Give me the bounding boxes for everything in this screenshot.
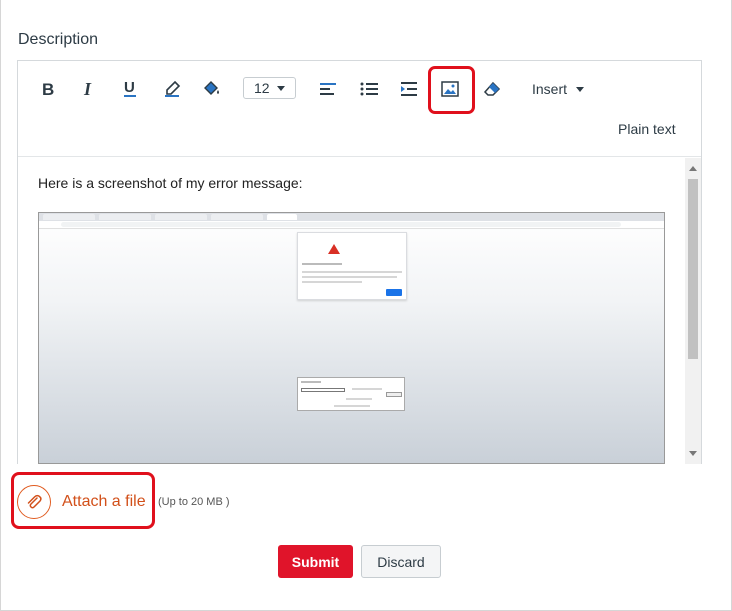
italic-icon: I — [83, 81, 92, 97]
image-button-highlight — [428, 66, 475, 114]
background-color-icon — [204, 81, 219, 95]
editor-content-area[interactable]: Here is a screenshot of my error message… — [18, 158, 701, 464]
content-text: Here is a screenshot of my error message… — [38, 175, 303, 191]
eraser-icon — [483, 81, 501, 96]
description-label: Description — [18, 31, 99, 48]
content-scrollbar[interactable] — [685, 158, 701, 464]
attach-file-button[interactable] — [17, 485, 51, 519]
align-left-icon — [320, 83, 336, 95]
submit-button[interactable]: Submit — [278, 545, 353, 578]
svg-text:B: B — [42, 81, 54, 97]
bulleted-list-button[interactable] — [359, 75, 379, 103]
warning-icon — [328, 244, 340, 254]
font-size-select[interactable]: 12 — [243, 77, 296, 99]
italic-button[interactable]: I — [79, 75, 99, 103]
text-color-button[interactable] — [161, 75, 183, 103]
insert-menu-label: Insert — [532, 81, 568, 97]
insert-menu[interactable]: Insert — [532, 81, 585, 97]
svg-text:U: U — [124, 80, 135, 96]
paperclip-icon — [27, 494, 42, 509]
attach-file-link[interactable]: Attach a file — [62, 493, 146, 511]
embedded-tab-bar — [39, 213, 664, 221]
clear-formatting-button[interactable] — [481, 75, 503, 103]
chevron-down-icon — [576, 86, 585, 92]
discard-button[interactable]: Discard — [361, 545, 441, 578]
align-left-button[interactable] — [318, 75, 338, 103]
rich-text-editor: B I U 12 Insert Plain text Here is a scr… — [17, 60, 702, 464]
underline-button[interactable]: U — [120, 75, 140, 103]
scroll-up-icon[interactable] — [689, 166, 697, 171]
plain-text-toggle[interactable]: Plain text — [618, 121, 676, 137]
chevron-down-icon — [277, 86, 285, 91]
indent-icon — [401, 82, 417, 96]
scroll-thumb[interactable] — [688, 179, 698, 359]
bulleted-list-icon — [360, 82, 378, 96]
bold-button[interactable]: B — [38, 75, 58, 103]
underline-icon: U — [124, 80, 136, 97]
embedded-address-bar — [39, 221, 664, 229]
editor-toolbar: B I U 12 Insert Plain text — [18, 61, 701, 157]
embedded-login-form — [297, 377, 405, 411]
scroll-down-icon[interactable] — [689, 451, 697, 456]
embedded-error-dialog — [297, 232, 407, 300]
text-color-icon — [165, 80, 181, 97]
embedded-screenshot-image[interactable] — [38, 212, 665, 464]
indent-button[interactable] — [399, 75, 419, 103]
background-color-button[interactable] — [200, 75, 224, 103]
bold-icon: B — [42, 81, 54, 97]
attach-size-note: (Up to 20 MB ) — [158, 496, 230, 508]
svg-text:I: I — [83, 81, 92, 97]
font-size-value: 12 — [254, 80, 270, 96]
